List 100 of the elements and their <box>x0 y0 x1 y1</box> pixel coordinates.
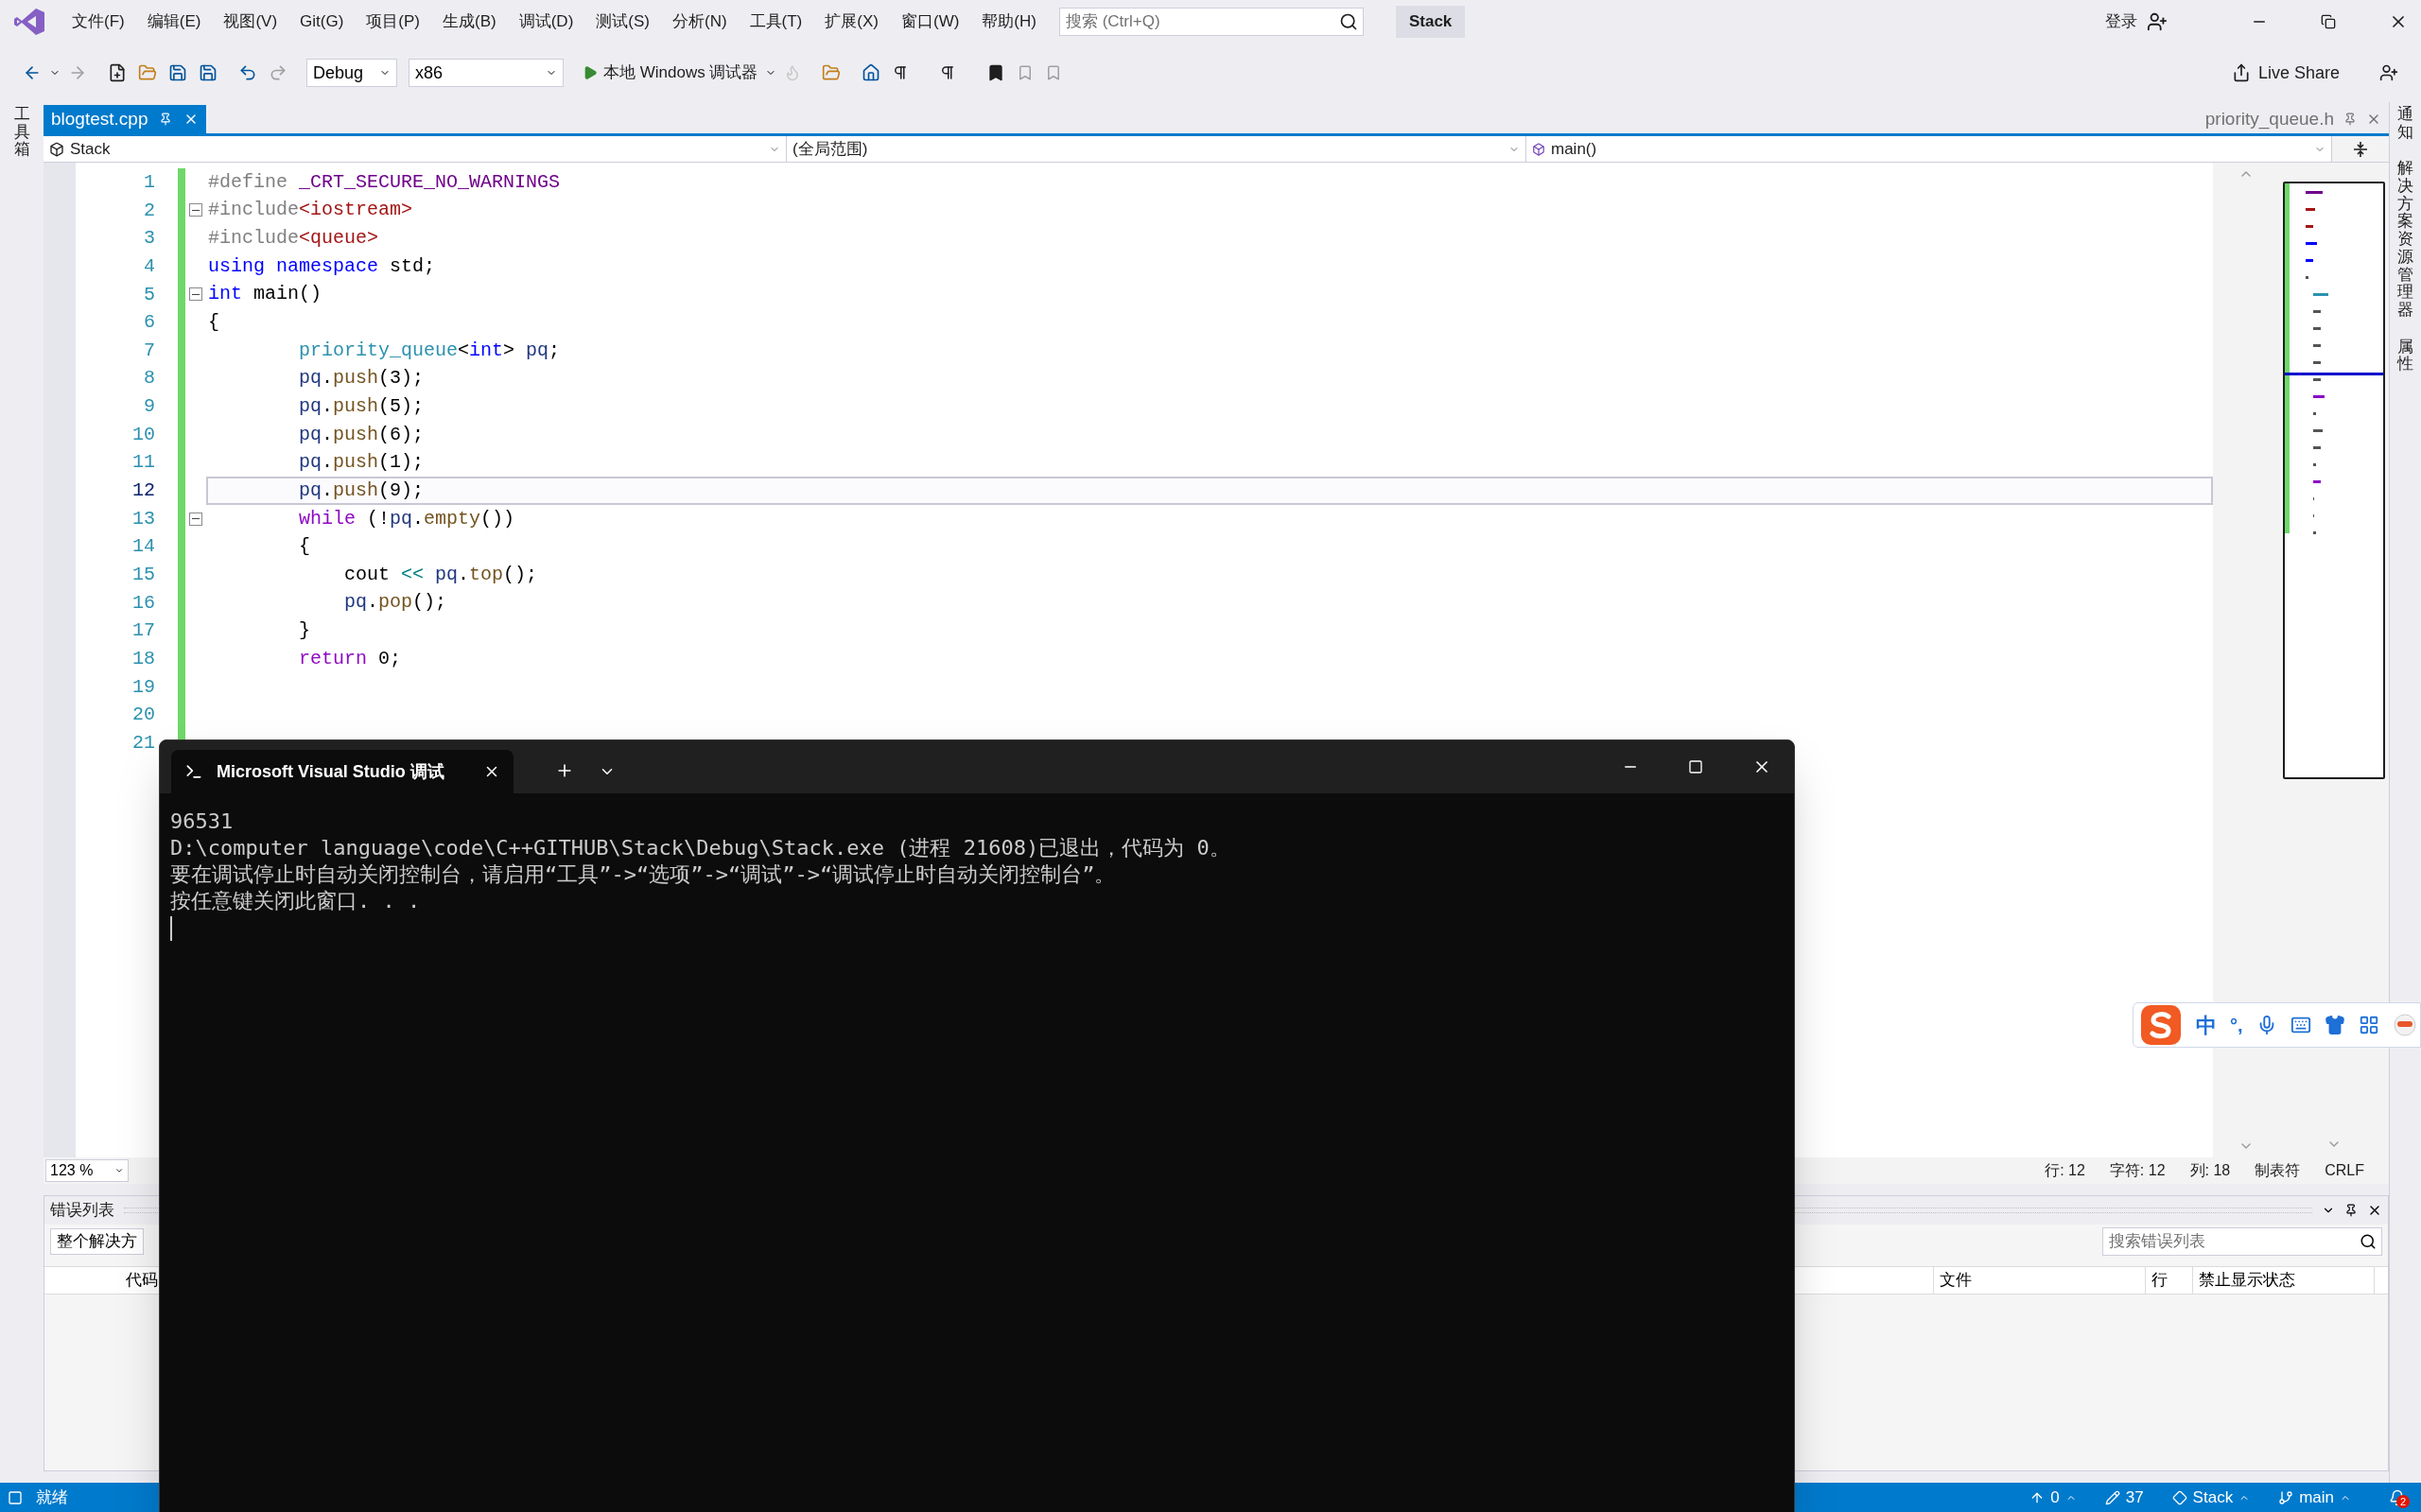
save-icon <box>199 63 218 82</box>
platform-dropdown[interactable]: x86 <box>409 59 564 87</box>
search-field[interactable]: 搜索 (Ctrl+Q) <box>1058 8 1364 36</box>
pin-icon <box>159 113 173 126</box>
line-number: 11 <box>131 450 156 476</box>
line-number: 12 <box>131 478 156 504</box>
line-number: 2 <box>143 198 156 223</box>
line-number: 13 <box>131 506 156 531</box>
input-mode-toggle[interactable]: 中 <box>2196 1009 2217 1041</box>
menu-item[interactable]: Git(G) <box>288 5 356 39</box>
menu-item[interactable]: 窗口(W) <box>889 5 971 39</box>
method-icon <box>1532 143 1545 156</box>
menu-item[interactable]: 文件(F) <box>61 5 136 39</box>
line-number: 5 <box>143 282 156 307</box>
play-icon <box>583 65 598 80</box>
repository-icon <box>2171 1489 2187 1505</box>
menu-item[interactable]: 生成(B) <box>431 5 508 39</box>
collapse-icon[interactable] <box>189 203 202 217</box>
code-line: pq.push(5); <box>298 393 426 419</box>
menu-item[interactable]: 分析(N) <box>660 5 739 39</box>
console-output-line: 按任意键关闭此窗口. . . <box>170 888 422 914</box>
cursor-info: 列: 18 <box>2189 1161 2231 1180</box>
line-number: 15 <box>131 562 156 587</box>
document-tab[interactable]: priority_queue.h <box>2197 105 2389 133</box>
status-text: 就绪 <box>36 1486 68 1508</box>
pin-icon <box>2343 113 2357 126</box>
document-tab[interactable]: blogtest.cpp <box>44 105 207 133</box>
branch-icon <box>2278 1489 2294 1505</box>
account-icon[interactable] <box>2147 11 2168 32</box>
push-button[interactable]: 0 <box>2029 1485 2077 1510</box>
code-line: while (!pq.empty()) <box>298 506 516 531</box>
grid-icon[interactable] <box>2358 1015 2379 1035</box>
undo-icon <box>238 63 257 82</box>
menu-item[interactable]: 测试(S) <box>584 5 661 39</box>
console-tab[interactable]: Microsoft Visual Studio 调试 <box>171 750 514 793</box>
line-number: 1 <box>143 170 156 195</box>
menu-item[interactable]: 视图(V) <box>212 5 289 39</box>
cursor-info: 字符: 12 <box>2109 1161 2166 1180</box>
cursor-info: 制表符 <box>2255 1161 2301 1180</box>
scope-dropdown[interactable]: 整个解决方 <box>50 1228 144 1255</box>
notifications-button[interactable]: 2 <box>2389 1488 2406 1506</box>
code-line: } <box>298 618 312 644</box>
home-icon <box>862 63 881 82</box>
side-panel-label: 解决方案资源管理器 <box>2397 160 2413 320</box>
save-icon <box>168 63 187 82</box>
code-line: pq.push(1); <box>298 450 426 476</box>
punctuation-toggle[interactable]: °, <box>2230 1011 2243 1039</box>
split-icon <box>2352 140 2369 158</box>
line-number: 10 <box>131 422 156 447</box>
column-header[interactable]: 行 <box>2146 1267 2193 1294</box>
side-panel-label: 通知 <box>2397 106 2413 142</box>
menu-item[interactable]: 编辑(E) <box>135 5 213 39</box>
line-number: 16 <box>131 590 156 616</box>
configuration-dropdown[interactable]: Debug <box>306 59 397 87</box>
menu-item[interactable]: 扩展(X) <box>813 5 890 39</box>
column-header[interactable]: 文件 <box>1934 1267 2146 1294</box>
menu-item[interactable]: 项目(P) <box>355 5 431 39</box>
terminal-icon <box>184 762 203 781</box>
collapse-icon[interactable] <box>189 512 202 526</box>
menu-item[interactable]: 调试(D) <box>507 5 585 39</box>
run-button[interactable]: 本地 Windows 调试器 <box>579 59 762 87</box>
code-line: int main() <box>207 282 323 307</box>
line-number: 9 <box>143 394 156 420</box>
keyboard-icon[interactable] <box>2290 1015 2311 1035</box>
branch-button[interactable]: main <box>2278 1485 2351 1510</box>
collapse-icon[interactable] <box>189 287 202 302</box>
menu-item[interactable]: 帮助(H) <box>970 5 1048 39</box>
repository-button[interactable]: Stack <box>2171 1485 2251 1510</box>
code-line: pq.push(3); <box>298 366 426 391</box>
logo-icon <box>13 8 45 36</box>
code-line: using namespace std; <box>207 253 437 279</box>
column-header[interactable]: 禁止显示状态 <box>2193 1267 2375 1294</box>
live-share-button[interactable]: Live Share <box>2231 60 2340 86</box>
menu-item[interactable]: 工具(T) <box>738 5 814 39</box>
solution-name: Stack <box>1395 6 1466 38</box>
panel-title: 错误列表 <box>50 1200 114 1222</box>
code-line: { <box>207 310 220 336</box>
notification-badge: 2 <box>2396 1494 2410 1508</box>
code-line: #define _CRT_SECURE_NO_WARNINGS <box>207 169 562 195</box>
shirt-icon[interactable] <box>2324 1015 2345 1035</box>
line-number: 20 <box>131 703 156 728</box>
pin-icon[interactable] <box>2344 1204 2358 1217</box>
code-line: { <box>298 534 312 560</box>
maximize-icon[interactable] <box>1688 759 1703 774</box>
folder-icon <box>822 63 842 82</box>
line-number: 21 <box>131 730 156 756</box>
console-output-line: 96531 <box>170 808 235 835</box>
zoom-dropdown[interactable]: 123 % <box>45 1159 129 1182</box>
code-line: #include<iostream> <box>207 198 414 223</box>
code-line: cout << pq.top(); <box>343 562 539 587</box>
redo-icon <box>269 63 287 82</box>
error-search-field[interactable]: 搜索错误列表 <box>2102 1227 2382 1256</box>
restore-icon[interactable] <box>2321 14 2336 29</box>
code-line: pq.push(6); <box>298 422 426 447</box>
caret-icon <box>114 1166 124 1175</box>
cursor-info: CRLF <box>2325 1161 2364 1180</box>
search-icon <box>2360 1233 2377 1250</box>
changes-button[interactable]: 37 <box>2104 1485 2144 1510</box>
sign-in-link[interactable]: 登录 <box>2105 9 2137 34</box>
console-output-line: D:\computer language\code\C++GITHUB\Stack\Debug\Stack.exe (进程 21608)已退出，代码为 0。 <box>170 835 1231 861</box>
